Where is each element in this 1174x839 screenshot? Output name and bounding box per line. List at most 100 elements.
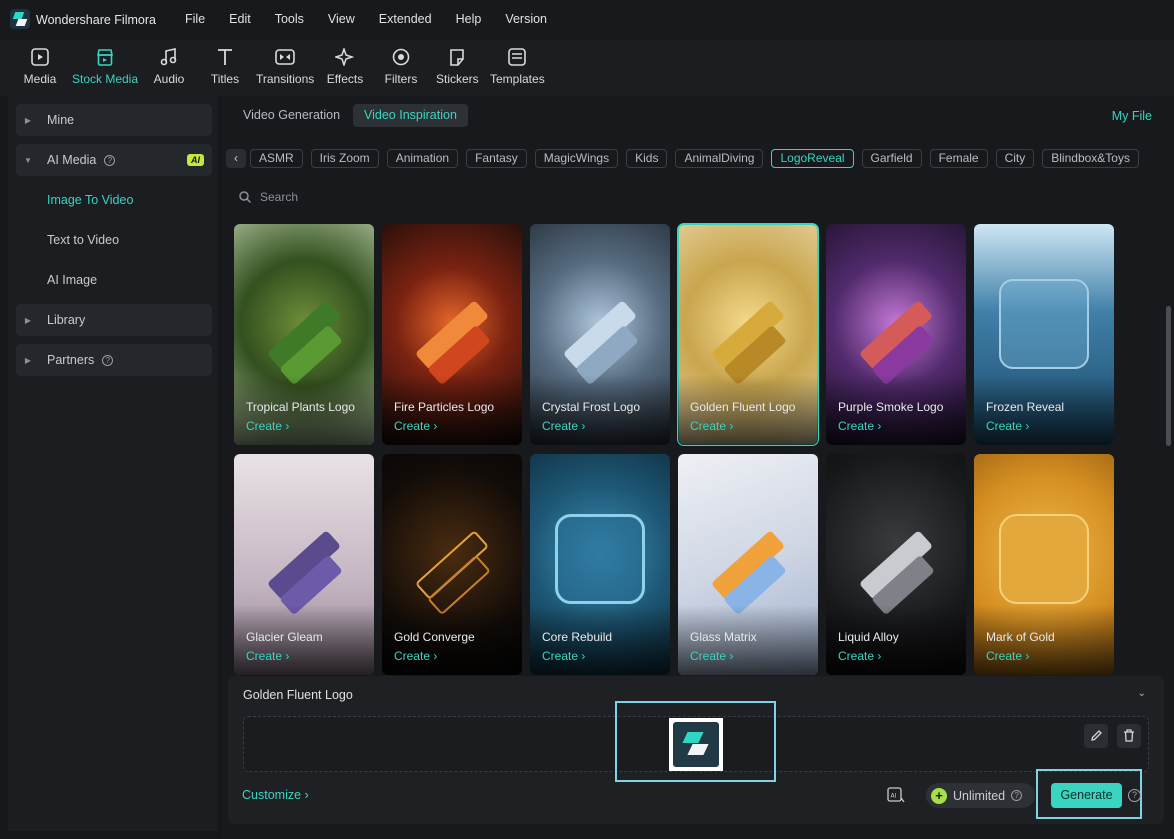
card-title: Glass Matrix [690, 630, 757, 644]
tool-effects[interactable]: Effects [326, 46, 364, 92]
tool-filters[interactable]: Filters [384, 46, 418, 92]
text-t-icon [218, 49, 232, 65]
menu-file[interactable]: File [185, 12, 205, 26]
ai-enhance-icon[interactable]: AI [886, 785, 906, 805]
template-card[interactable]: Core Rebuild Create › [530, 454, 670, 675]
create-link[interactable]: Create › [394, 419, 437, 433]
chip-female[interactable]: Female [929, 149, 988, 168]
chip-blindbox-toys[interactable]: Blindbox&Toys [1042, 149, 1139, 168]
template-card[interactable]: Fire Particles Logo Create › [382, 224, 522, 445]
template-card[interactable]: Gold Converge Create › [382, 454, 522, 675]
help-icon[interactable]: ? [104, 154, 116, 166]
sidebar: ▶ Mine ▼ AI Media ? AI Image To Video Te… [8, 96, 218, 831]
tab-video-inspiration[interactable]: Video Inspiration [353, 104, 468, 127]
template-icon [508, 48, 526, 66]
menu-tools[interactable]: Tools [275, 12, 304, 26]
template-card-selected[interactable]: Golden Fluent Logo Create › [677, 223, 819, 446]
create-link[interactable]: Create › [542, 649, 585, 663]
search-input[interactable]: Search [238, 188, 298, 206]
card-thumbnail [708, 294, 788, 386]
create-link[interactable]: Create › [838, 419, 881, 433]
help-icon[interactable]: ? [1011, 790, 1023, 801]
card-title: Tropical Plants Logo [246, 400, 355, 414]
sidebar-item-ai-image[interactable]: AI Image [16, 264, 212, 296]
help-icon[interactable]: ? [1128, 789, 1141, 802]
menu-version[interactable]: Version [505, 12, 547, 26]
edit-button[interactable] [1084, 724, 1108, 748]
help-icon[interactable]: ? [102, 354, 114, 366]
sidebar-item-partners[interactable]: ▶ Partners ? [16, 344, 212, 376]
template-card[interactable]: Tropical Plants Logo Create › [234, 224, 374, 445]
card-title: Core Rebuild [542, 630, 613, 644]
menu-bar: File Edit Tools View Extended Help Versi… [185, 12, 571, 26]
uploaded-image-thumbnail[interactable] [669, 718, 723, 771]
chip-logoreveal[interactable]: LogoReveal [771, 149, 854, 168]
template-card[interactable]: Mark of Gold Create › [974, 454, 1114, 675]
caret-right-icon: ▶ [24, 355, 32, 365]
chip-garfield[interactable]: Garfield [861, 149, 922, 168]
caret-down-icon: ▼ [24, 155, 32, 165]
tool-media[interactable]: Media [22, 46, 58, 92]
sidebar-item-ai-media[interactable]: ▼ AI Media ? AI [16, 144, 212, 176]
chip-animation[interactable]: Animation [386, 149, 459, 168]
customize-link[interactable]: Customize › [242, 788, 309, 802]
create-link[interactable]: Create › [394, 649, 437, 663]
template-card[interactable]: Glacier Gleam Create › [234, 454, 374, 675]
card-thumbnail [856, 524, 936, 616]
tool-stock-media[interactable]: Stock Media [70, 46, 140, 92]
chevron-down-icon[interactable]: ⌄ [1138, 688, 1146, 699]
tool-audio[interactable]: Audio [151, 46, 187, 92]
card-title: Purple Smoke Logo [838, 400, 944, 414]
tool-titles[interactable]: Titles [208, 46, 242, 92]
menu-view[interactable]: View [328, 12, 355, 26]
card-thumbnail [264, 524, 344, 616]
template-card[interactable]: Crystal Frost Logo Create › [530, 224, 670, 445]
chip-asmr[interactable]: ASMR [250, 149, 303, 168]
template-card[interactable]: Liquid Alloy Create › [826, 454, 966, 675]
card-thumbnail [555, 514, 645, 604]
template-card[interactable]: Glass Matrix Create › [678, 454, 818, 675]
chip-city[interactable]: City [995, 149, 1035, 168]
card-title: Crystal Frost Logo [542, 400, 641, 414]
generate-button[interactable]: Generate [1051, 783, 1122, 808]
sidebar-item-text-to-video[interactable]: Text to Video [16, 224, 212, 256]
card-thumbnail [856, 294, 936, 386]
chip-fantasy[interactable]: Fantasy [466, 149, 527, 168]
transition-icon [275, 49, 295, 65]
card-thumbnail [264, 294, 344, 386]
my-file-link[interactable]: My File [1112, 109, 1152, 123]
chip-magicwings[interactable]: MagicWings [534, 149, 619, 168]
create-link[interactable]: Create › [838, 649, 881, 663]
create-link[interactable]: Create › [690, 649, 733, 663]
card-title: Fire Particles Logo [394, 400, 495, 414]
search-icon [239, 191, 252, 204]
sidebar-item-image-to-video[interactable]: Image To Video [16, 184, 212, 216]
create-link[interactable]: Create › [986, 649, 1029, 663]
sticker-icon [450, 49, 464, 66]
sidebar-item-mine[interactable]: ▶ Mine [16, 104, 212, 136]
create-link[interactable]: Create › [690, 419, 733, 433]
create-link[interactable]: Create › [246, 419, 289, 433]
tool-transitions[interactable]: Transitions [256, 46, 314, 92]
template-card[interactable]: Purple Smoke Logo Create › [826, 224, 966, 445]
template-card[interactable]: Frozen Reveal Create › [974, 224, 1114, 445]
chip-animaldiving[interactable]: AnimalDiving [675, 149, 764, 168]
card-thumbnail [999, 514, 1089, 604]
chevron-left-icon[interactable]: ‹ [226, 149, 246, 168]
create-link[interactable]: Create › [542, 419, 585, 433]
caret-right-icon: ▶ [24, 115, 32, 125]
menu-help[interactable]: Help [456, 12, 482, 26]
sidebar-item-library[interactable]: ▶ Library [16, 304, 212, 336]
tab-video-generation[interactable]: Video Generation [232, 104, 351, 127]
tool-templates[interactable]: Templates [490, 46, 545, 92]
stock-media-icon [97, 49, 113, 66]
menu-extended[interactable]: Extended [379, 12, 432, 26]
scrollbar[interactable] [1166, 306, 1171, 446]
create-link[interactable]: Create › [246, 649, 289, 663]
create-link[interactable]: Create › [986, 419, 1029, 433]
chip-kids[interactable]: Kids [626, 149, 668, 168]
menu-edit[interactable]: Edit [229, 12, 251, 26]
chip-iris-zoom[interactable]: Iris Zoom [310, 149, 379, 168]
tool-stickers[interactable]: Stickers [436, 46, 479, 92]
delete-button[interactable] [1117, 724, 1141, 748]
